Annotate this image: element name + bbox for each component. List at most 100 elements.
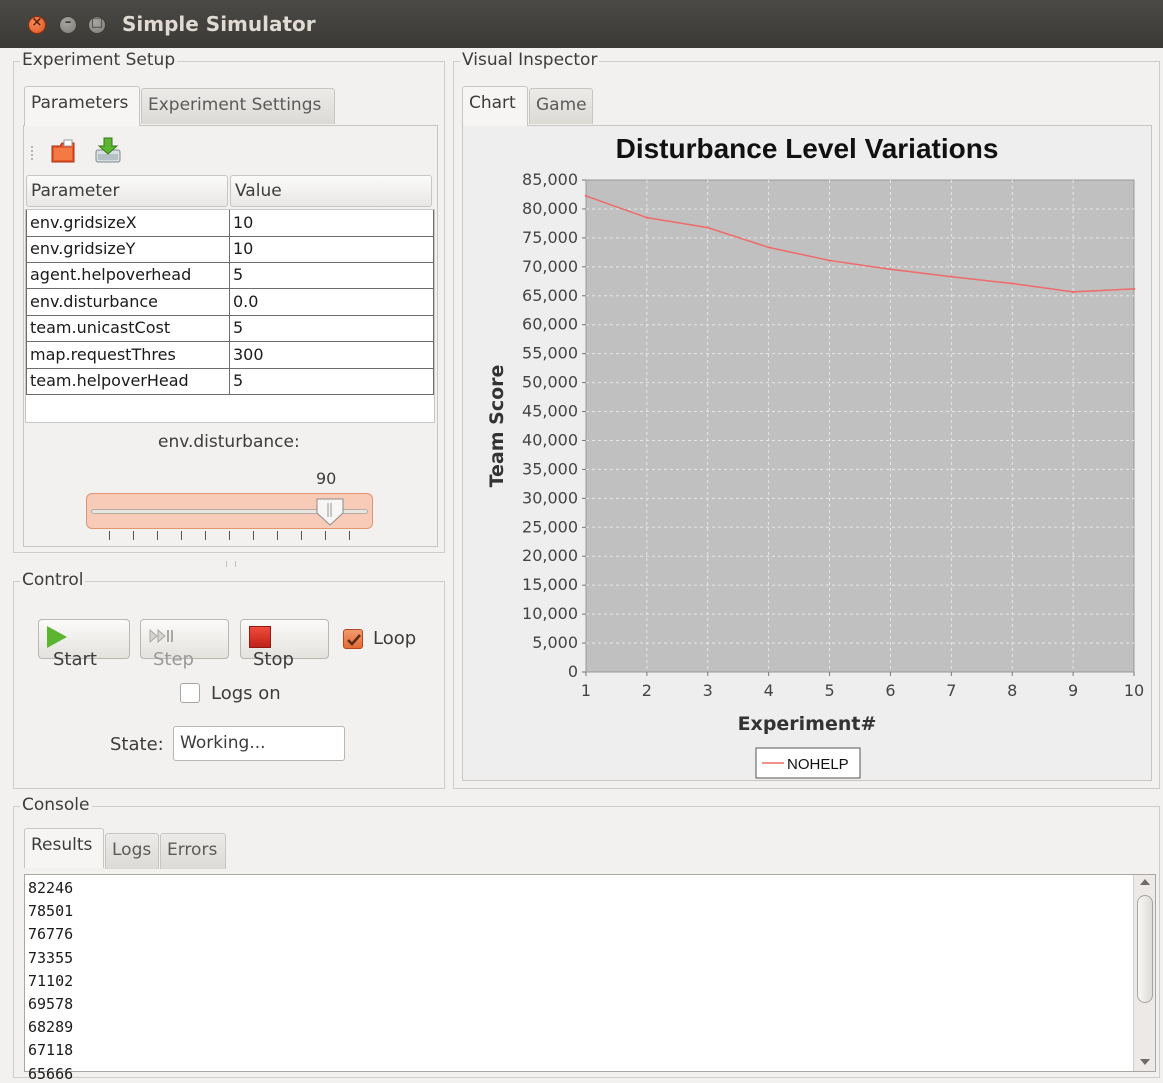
y-tick-label: 30,000 [522, 488, 578, 507]
y-tick-label: 40,000 [522, 430, 578, 449]
tab-parameters-label: Parameters [31, 93, 129, 113]
y-tick-label: 75,000 [522, 228, 578, 247]
param-name-cell[interactable]: env.gridsizeY [26, 236, 230, 263]
slider-tick [157, 531, 158, 540]
state-field[interactable]: Working... [173, 726, 345, 761]
results-lines: 82246 78501 76776 73355 71102 69578 68289 67118… [28, 877, 73, 1083]
data-point [1132, 287, 1136, 291]
table-header-parameter[interactable]: Parameter [26, 175, 228, 207]
param-name-cell[interactable]: env.gridsizeX [26, 210, 230, 237]
x-tick-label: 8 [1007, 681, 1017, 700]
y-tick-label: 15,000 [522, 575, 578, 594]
x-tick-label: 5 [824, 681, 834, 700]
check-icon [347, 634, 361, 646]
tab-game-label: Game [536, 95, 587, 115]
y-tick-label: 35,000 [522, 459, 578, 478]
tab-results[interactable]: Results [24, 828, 104, 868]
slider-tick [205, 531, 206, 540]
window-close-button[interactable]: × [28, 15, 46, 34]
y-tick-label: 65,000 [522, 286, 578, 305]
scroll-up-arrow-icon[interactable] [1140, 879, 1150, 885]
y-tick-label: 50,000 [522, 373, 578, 392]
slider-tick [325, 531, 326, 540]
step-button[interactable]: Step [140, 619, 229, 670]
console-title: Console [20, 795, 92, 815]
vertical-scrollbar[interactable] [1133, 875, 1155, 1071]
toolbar-grip[interactable] [31, 146, 35, 160]
logs-on-label[interactable]: Logs on [211, 683, 281, 704]
param-name-cell[interactable]: env.disturbance [26, 289, 230, 316]
data-point [889, 268, 892, 271]
table-row[interactable]: team.helpoverHead 5 [26, 368, 434, 395]
parameters-table: env.gridsizeX 10 env.gridsizeY 10 agent.… [25, 209, 435, 423]
header-parameter-label: Parameter [31, 181, 120, 201]
start-button[interactable]: Start [38, 619, 130, 670]
param-name-cell[interactable]: map.requestThres [26, 342, 230, 369]
console-line: 73355 [28, 948, 74, 967]
table-row[interactable]: agent.helpoverhead 5 [26, 262, 434, 289]
disturbance-slider[interactable] [86, 493, 373, 529]
y-tick-label: 55,000 [522, 344, 578, 363]
param-name-cell[interactable]: team.helpoverHead [26, 368, 230, 395]
y-tick-label: 70,000 [522, 257, 578, 276]
window-titlebar[interactable]: × – □ Simple Simulator [0, 0, 1163, 48]
tab-logs[interactable]: Logs [105, 833, 159, 869]
slider-tick [133, 531, 134, 540]
param-value-cell[interactable]: 5 [230, 262, 434, 289]
console-line: 65666 [28, 1064, 74, 1083]
y-tick-label: 5,000 [532, 633, 578, 652]
tab-experiment-settings-label: Experiment Settings [148, 95, 322, 115]
table-row[interactable]: map.requestThres 300 [26, 342, 434, 369]
tab-chart[interactable]: Chart [462, 86, 528, 126]
window-minimize-button[interactable]: – [59, 15, 77, 34]
x-tick-label: 10 [1124, 681, 1144, 700]
scrollbar-thumb[interactable] [1137, 895, 1153, 1003]
window-maximize-button[interactable]: □ [88, 15, 106, 34]
param-value-cell[interactable]: 10 [230, 236, 434, 263]
stop-button[interactable]: Stop [240, 619, 329, 670]
chart-title: Disturbance Level Variations [616, 133, 999, 164]
tab-parameters[interactable]: Parameters [24, 86, 140, 126]
maximize-icon: □ [90, 15, 104, 30]
slider-value-text: 90 [316, 469, 337, 488]
tab-errors[interactable]: Errors [160, 833, 226, 869]
loop-checkbox[interactable] [343, 629, 363, 649]
experiment-setup-title: Experiment Setup [20, 50, 178, 70]
header-value-label: Value [235, 181, 282, 201]
y-tick-label: 20,000 [522, 546, 578, 565]
y-tick-label: 10,000 [522, 604, 578, 623]
scroll-down-arrow-icon[interactable] [1140, 1059, 1150, 1065]
param-value-cell[interactable]: 5 [230, 368, 434, 395]
x-tick-label: 2 [642, 681, 652, 700]
table-row[interactable]: env.gridsizeX 10 [26, 210, 434, 237]
table-row[interactable]: team.unicastCost 5 [26, 315, 434, 342]
y-tick-label: 45,000 [522, 402, 578, 421]
save-download-icon[interactable] [94, 136, 122, 164]
logs-on-checkbox[interactable] [180, 683, 200, 703]
tab-experiment-settings[interactable]: Experiment Settings [141, 88, 335, 124]
x-tick-label: 6 [885, 681, 895, 700]
table-row[interactable]: env.disturbance 0.0 [26, 289, 434, 316]
data-point [950, 275, 953, 278]
param-value-cell[interactable]: 10 [230, 210, 434, 237]
split-pane-divider[interactable] [226, 561, 236, 567]
data-point [706, 226, 709, 229]
open-file-icon[interactable] [50, 138, 76, 164]
param-value-cell[interactable]: 5 [230, 315, 434, 342]
chart-panel: Disturbance Level Variations 0 5,000 10,000… [462, 125, 1152, 781]
slider-thumb[interactable] [315, 497, 345, 527]
param-value-cell[interactable]: 0.0 [230, 289, 434, 316]
legend-label: NOHELP [787, 756, 849, 773]
slider-tick [253, 531, 254, 540]
x-tick-label: 1 [581, 681, 591, 700]
table-row[interactable]: env.gridsizeY 10 [26, 236, 434, 263]
console-line: 68289 [28, 1018, 74, 1037]
x-tick-label: 9 [1068, 681, 1078, 700]
tab-game[interactable]: Game [529, 88, 593, 124]
table-header-value[interactable]: Value [230, 175, 432, 207]
param-name-cell[interactable]: team.unicastCost [26, 315, 230, 342]
param-value-cell[interactable]: 300 [230, 342, 434, 369]
results-text-area[interactable]: 82246 78501 76776 73355 71102 69578 68289 67118… [24, 874, 1156, 1083]
loop-label[interactable]: Loop [373, 628, 416, 649]
param-name-cell[interactable]: agent.helpoverhead [26, 262, 230, 289]
